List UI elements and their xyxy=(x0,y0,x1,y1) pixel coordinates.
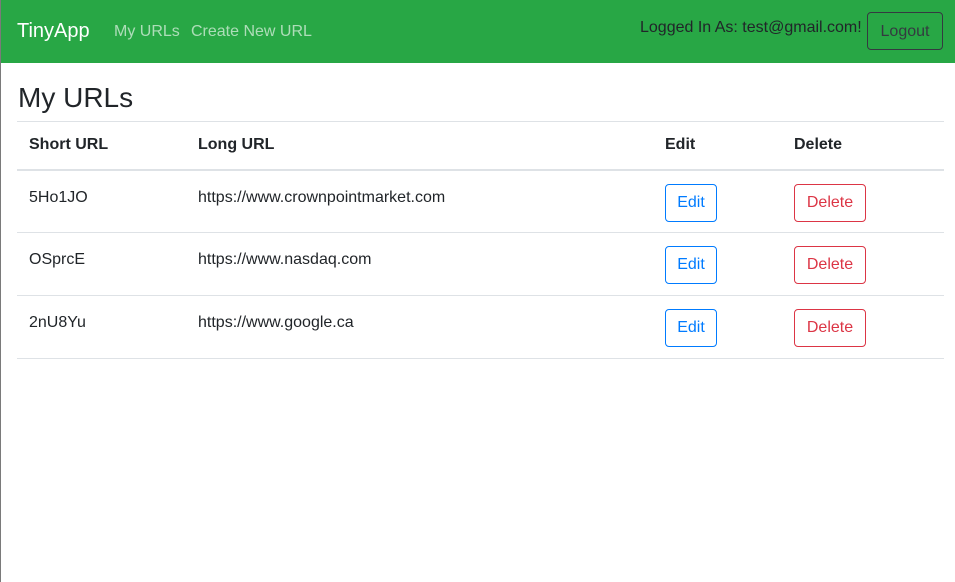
edit-cell: Edit xyxy=(653,169,782,233)
short-url-cell: 2nU8Yu xyxy=(17,295,186,359)
edit-button[interactable]: Edit xyxy=(665,309,717,347)
edit-button[interactable]: Edit xyxy=(665,183,717,222)
delete-button[interactable]: Delete xyxy=(794,309,866,347)
edit-cell: Edit xyxy=(653,232,782,296)
table-header-row: Short URL Long URL Edit Delete xyxy=(17,121,944,171)
delete-cell: Delete xyxy=(782,169,944,233)
table-body: 5Ho1JO https://www.crownpointmarket.com … xyxy=(17,169,944,359)
delete-button[interactable]: Delete xyxy=(794,183,866,222)
table-row: 2nU8Yu https://www.google.ca Edit Delete xyxy=(17,295,944,359)
edit-cell: Edit xyxy=(653,295,782,359)
navbar: TinyApp My URLs Create New URL Logged In… xyxy=(1,0,955,63)
edit-button[interactable]: Edit xyxy=(665,246,717,284)
delete-cell: Delete xyxy=(782,232,944,296)
urls-table: Short URL Long URL Edit Delete 5Ho1JO ht… xyxy=(17,121,944,359)
long-url-cell: https://www.nasdaq.com xyxy=(186,232,653,296)
header-delete: Delete xyxy=(782,121,944,171)
logout-button[interactable]: Logout xyxy=(867,12,943,50)
header-edit: Edit xyxy=(653,121,782,171)
table-row: 5Ho1JO https://www.crownpointmarket.com … xyxy=(17,169,944,233)
delete-button[interactable]: Delete xyxy=(794,246,866,284)
logged-in-status: Logged In As: test@gmail.com! xyxy=(640,19,862,36)
delete-cell: Delete xyxy=(782,295,944,359)
header-short-url: Short URL xyxy=(17,121,186,171)
nav-link-create-new-url[interactable]: Create New URL xyxy=(191,22,312,42)
short-url-cell: OSprcE xyxy=(17,232,186,296)
table-row: OSprcE https://www.nasdaq.com Edit Delet… xyxy=(17,232,944,296)
nav-link-my-urls[interactable]: My URLs xyxy=(114,22,180,42)
short-url-cell: 5Ho1JO xyxy=(17,169,186,233)
long-url-cell: https://www.crownpointmarket.com xyxy=(186,169,653,233)
table-header: Short URL Long URL Edit Delete xyxy=(17,121,944,171)
page-title: My URLs xyxy=(18,82,134,113)
header-long-url: Long URL xyxy=(186,121,653,171)
brand-link[interactable]: TinyApp xyxy=(17,19,90,43)
long-url-cell: https://www.google.ca xyxy=(186,295,653,359)
